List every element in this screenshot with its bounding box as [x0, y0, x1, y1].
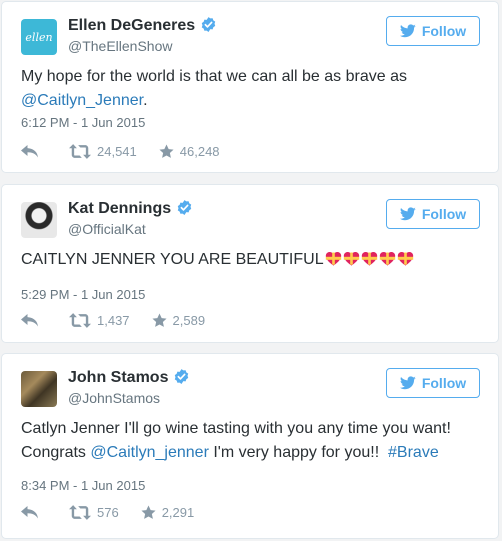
tweet-card: Kat Dennings @OfficialKat Follow CAITLYN…: [1, 184, 499, 343]
tweet-timestamp[interactable]: 6:12 PM - 1 Jun 2015: [21, 115, 145, 130]
tweet-text-part: I'm very happy for you!!: [208, 444, 389, 461]
tweet-actions: 24,541 46,248: [21, 144, 220, 159]
tweet-text: CAITLYN JENNER YOU ARE BEAUTIFUL: [21, 248, 484, 272]
verified-badge-icon: [173, 368, 190, 385]
retweet-button[interactable]: 576: [69, 505, 119, 520]
hashtag-link[interactable]: #Brave: [388, 444, 439, 461]
like-button[interactable]: 2,291: [141, 505, 195, 520]
avatar[interactable]: [21, 371, 57, 407]
tweet-text-part: My hope for the world is that we can all…: [21, 68, 407, 85]
star-icon: [141, 505, 156, 520]
tweet-text-part: .: [143, 92, 148, 109]
user-handle[interactable]: @OfficialKat: [68, 221, 146, 237]
reply-button[interactable]: [21, 506, 39, 520]
heart-gift-icon: [379, 251, 396, 266]
follow-button[interactable]: Follow: [386, 16, 480, 46]
follow-button-label: Follow: [421, 23, 467, 39]
tweet-timestamp[interactable]: 5:29 PM - 1 Jun 2015: [21, 287, 145, 302]
heart-gift-icon: [361, 251, 378, 266]
user-handle[interactable]: @TheEllenShow: [68, 38, 173, 54]
star-icon: [159, 144, 174, 159]
follow-button-label: Follow: [421, 206, 467, 222]
reply-icon: [21, 506, 39, 520]
tweet-actions: 1,437 2,589: [21, 313, 205, 328]
retweet-button[interactable]: 1,437: [69, 313, 130, 328]
avatar[interactable]: ellen: [21, 19, 57, 55]
retweet-icon: [69, 144, 91, 159]
tweet-text: Catlyn Jenner I'll go wine tasting with …: [21, 417, 484, 465]
tweet-card: John Stamos @JohnStamos Follow Catlyn Je…: [1, 353, 499, 539]
tweet-text-line: Catlyn Jenner I'll go wine tasting with …: [21, 420, 451, 437]
tweet-card: ellen Ellen DeGeneres @TheEllenShow Foll…: [1, 1, 499, 173]
display-name-text: Ellen DeGeneres: [68, 17, 196, 34]
reply-icon: [21, 145, 39, 159]
heart-gift-icon: [397, 251, 414, 266]
verified-badge-icon: [200, 16, 217, 33]
tweet-text-part: CAITLYN JENNER YOU ARE BEAUTIFUL: [21, 251, 324, 268]
tweet-text: My hope for the world is that we can all…: [21, 65, 484, 113]
tweet-actions: 576 2,291: [21, 505, 194, 520]
tweet-timestamp[interactable]: 8:34 PM - 1 Jun 2015: [21, 478, 145, 493]
twitter-bird-icon: [400, 24, 416, 38]
heart-gift-icon: [343, 251, 360, 266]
retweet-count: 1,437: [97, 313, 130, 328]
tweet-text-part: Congrats: [21, 444, 91, 461]
reply-icon: [21, 314, 39, 328]
like-button[interactable]: 46,248: [159, 144, 220, 159]
mention-link[interactable]: @Caitlyn_Jenner: [21, 92, 143, 109]
twitter-bird-icon: [400, 207, 416, 221]
avatar[interactable]: [21, 202, 57, 238]
mention-link[interactable]: @Caitlyn_jenner: [90, 444, 209, 461]
like-count: 46,248: [179, 144, 220, 159]
display-name[interactable]: Ellen DeGeneres: [68, 16, 217, 35]
user-handle[interactable]: @JohnStamos: [68, 390, 160, 406]
display-name-text: Kat Dennings: [68, 200, 172, 217]
display-name[interactable]: Kat Dennings: [68, 199, 193, 218]
heart-gift-icon: [325, 251, 342, 266]
retweet-icon: [69, 505, 91, 520]
star-icon: [152, 313, 167, 328]
twitter-bird-icon: [400, 376, 416, 390]
retweet-count: 576: [97, 505, 119, 520]
display-name[interactable]: John Stamos: [68, 368, 190, 387]
retweet-button[interactable]: 24,541: [69, 144, 137, 159]
follow-button[interactable]: Follow: [386, 199, 480, 229]
like-count: 2,291: [161, 505, 195, 520]
follow-button-label: Follow: [421, 375, 467, 391]
like-count: 2,589: [172, 313, 206, 328]
retweet-count: 24,541: [97, 144, 137, 159]
display-name-text: John Stamos: [68, 369, 169, 386]
reply-button[interactable]: [21, 314, 39, 328]
like-button[interactable]: 2,589: [152, 313, 206, 328]
verified-badge-icon: [176, 199, 193, 216]
retweet-icon: [69, 313, 91, 328]
avatar-logo-text: ellen: [25, 30, 53, 44]
tweet-text-line: Congrats @Caitlyn_jenner I'm very happy …: [21, 441, 484, 465]
reply-button[interactable]: [21, 145, 39, 159]
follow-button[interactable]: Follow: [386, 368, 480, 398]
